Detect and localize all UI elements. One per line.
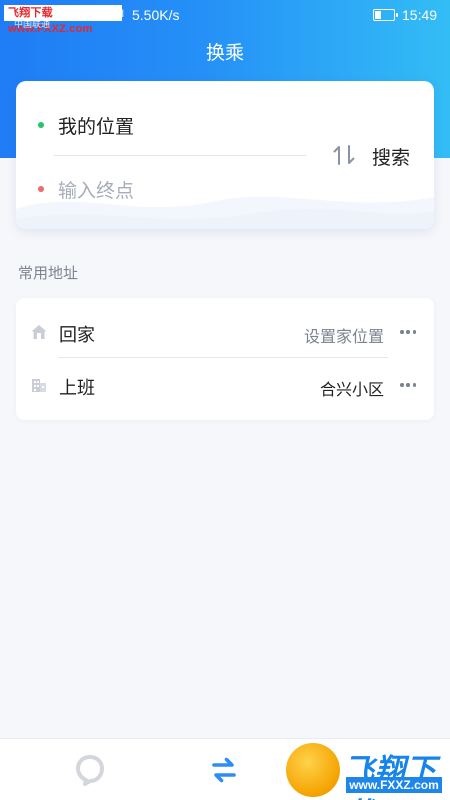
address-divider — [58, 357, 388, 358]
carrier-label: 中国联通 — [14, 19, 51, 29]
network-speed: 5.50K/s — [132, 7, 180, 23]
watermark-logo: 飞翔下载 www.FXXZ.com — [286, 743, 446, 800]
map-pin-icon[interactable] — [72, 753, 108, 787]
address-row-home[interactable]: 回家 设置家位置 — [16, 307, 434, 359]
building-icon — [32, 379, 46, 392]
watermark-logo-url: www.FXXZ.com — [346, 777, 442, 793]
route-divider — [54, 155, 306, 156]
address-row-work[interactable]: 上班 合兴小区 — [16, 360, 434, 412]
set-home-location-link[interactable]: 设置家位置 — [304, 323, 384, 347]
more-options-icon[interactable] — [400, 329, 416, 335]
section-title-frequent: 常用地址 — [18, 265, 79, 282]
work-address-value[interactable]: 合兴小区 — [320, 376, 384, 400]
page-title: 换乘 — [205, 43, 244, 64]
frequent-addresses-card: 回家 设置家位置 上班 合兴小区 — [16, 298, 434, 420]
home-icon — [31, 325, 47, 339]
destination-dot-icon — [38, 186, 44, 192]
watermark-logo-icon — [286, 743, 340, 797]
origin-input[interactable]: 我的位置 — [58, 112, 134, 139]
route-card: 我的位置 输入终点 搜索 — [16, 81, 434, 229]
signal-icon: ıııl ıııl — [92, 9, 125, 20]
swap-direction-icon[interactable] — [330, 141, 358, 169]
more-options-icon[interactable] — [400, 382, 416, 388]
search-button[interactable]: 搜索 — [372, 143, 410, 170]
origin-dot-icon — [38, 122, 44, 128]
destination-input[interactable]: 输入终点 — [58, 176, 134, 203]
battery-icon — [373, 9, 398, 21]
address-label-home: 回家 — [59, 325, 95, 345]
clock: 15:49 — [402, 7, 438, 23]
status-bar: 飞翔下载 www.FXXZ.com 中国联通 ıııl ıııl 5.50K/s… — [0, 0, 450, 35]
address-label-work: 上班 — [59, 378, 95, 398]
transfer-icon[interactable] — [206, 753, 242, 787]
